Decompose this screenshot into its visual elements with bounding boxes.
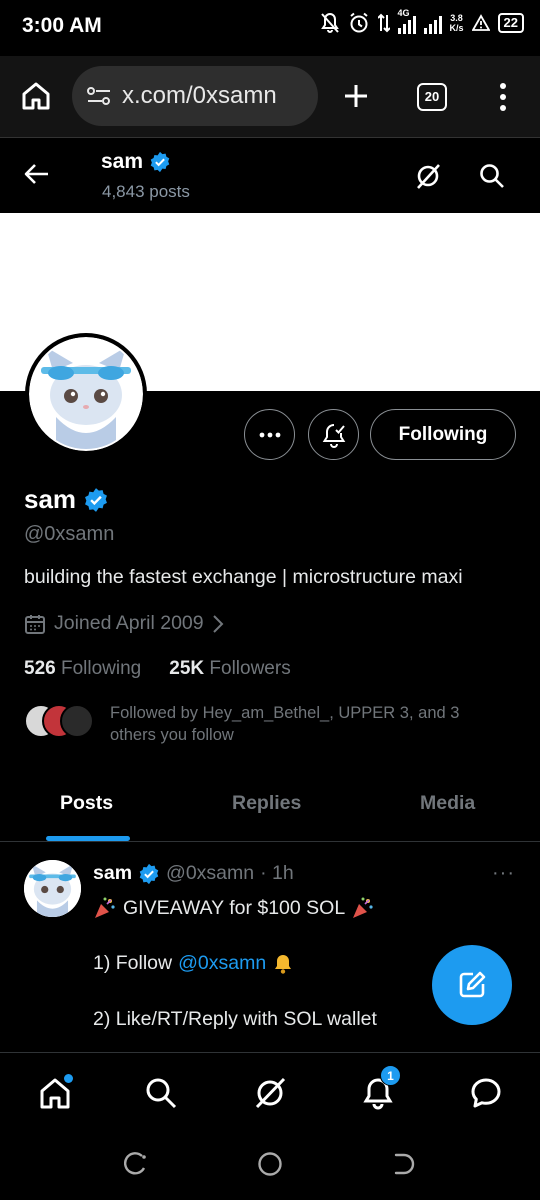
net-speed: 3.8 K/s [450, 13, 464, 33]
tab-media[interactable]: Media [420, 792, 475, 815]
tweet-text-line-3: 2) Like/RT/Reply with SOL wallet [93, 1008, 377, 1030]
followers-label: Followers [209, 658, 291, 679]
recents-icon[interactable] [124, 1152, 148, 1176]
header-name-text: sam [101, 150, 144, 173]
nav-grok[interactable] [248, 1071, 292, 1115]
more-options-button[interactable] [244, 409, 295, 460]
tweet-avatar[interactable] [24, 860, 81, 917]
system-home-icon[interactable] [257, 1151, 283, 1177]
data-transfer-icon [377, 13, 390, 33]
bottom-navigation: 1 [0, 1052, 540, 1134]
followers-stat[interactable]: 25K Followers [169, 658, 290, 680]
nav-explore[interactable] [139, 1071, 183, 1115]
system-back-icon[interactable] [392, 1152, 416, 1176]
followed-by[interactable]: Followed by Hey_am_Bethel_, UPPER 3, and… [24, 702, 500, 746]
mutual-avatar [60, 704, 94, 738]
tweet-text: GIVEAWAY for $100 SOL [123, 896, 346, 919]
header-title: sam [101, 150, 171, 174]
nav-home[interactable] [33, 1071, 77, 1115]
nav-messages[interactable] [464, 1071, 508, 1115]
profile-avatar[interactable] [25, 333, 147, 455]
tweet-author-name[interactable]: sam [93, 862, 132, 885]
notifications-subscribe-button[interactable] [308, 409, 359, 460]
joined-text: Joined April 2009 [54, 612, 204, 634]
status-time: 3:00 AM [22, 14, 102, 37]
url-text[interactable]: x.com/0xsamn [122, 82, 277, 110]
ellipsis-icon [259, 432, 281, 438]
status-bar: 3:00 AM 4G 3.8 K/s 22 [0, 0, 540, 56]
signal-4g-icon: 4G [397, 8, 416, 34]
tweet-author-handle[interactable]: @0xsamn [166, 862, 254, 885]
tweet-text: 1) Follow [93, 952, 173, 974]
grok-icon [255, 1077, 286, 1109]
grok-icon[interactable] [414, 162, 442, 190]
back-arrow-icon[interactable] [24, 162, 50, 186]
network-type: 4G [397, 8, 410, 18]
calendar-icon [24, 613, 46, 635]
tweet-text-line-2: 1) Follow @0xsamn [93, 952, 294, 975]
profile-handle: @0xsamn [24, 523, 115, 545]
tab-replies[interactable]: Replies [232, 792, 301, 815]
followers-count: 25K [169, 658, 205, 679]
tab-posts[interactable]: Posts [60, 792, 113, 815]
warning-icon [471, 14, 490, 32]
tweet-header: sam @0xsamn · 1h [93, 862, 294, 885]
profile-bio: building the fastest exchange | microstr… [24, 566, 463, 588]
status-icons: 4G 3.8 K/s 22 [320, 8, 524, 34]
home-icon[interactable] [20, 80, 52, 112]
mute-notifications-icon [320, 12, 340, 34]
site-settings-icon[interactable] [86, 85, 112, 107]
tab-switcher-button[interactable]: 20 [417, 83, 447, 111]
system-navigation-bar [0, 1134, 540, 1200]
following-button[interactable]: Following [370, 409, 516, 460]
new-posts-dot [64, 1074, 73, 1083]
active-tab-indicator [46, 836, 130, 841]
confetti-emoji-icon [93, 896, 117, 920]
profile-tabs: Posts Replies Media [0, 768, 540, 842]
bell-check-icon [321, 422, 347, 448]
following-count: 526 [24, 658, 56, 679]
profile-display-name: sam [24, 484, 109, 515]
mutual-avatars [24, 704, 96, 740]
compose-post-button[interactable] [432, 945, 512, 1025]
avatar-cat-image [24, 860, 81, 917]
search-icon[interactable] [478, 162, 506, 190]
joined-date[interactable]: Joined April 2009 [24, 612, 224, 635]
follow-stats: 526 Following 25K Followers [24, 658, 291, 680]
verified-badge-icon [149, 151, 171, 173]
search-icon [146, 1078, 177, 1109]
bell-emoji-icon [272, 953, 294, 975]
display-name-text: sam [24, 484, 77, 514]
header-posts-count: 4,843 posts [102, 182, 190, 201]
net-speed-unit: K/s [449, 23, 464, 33]
chat-bubble-icon [471, 1078, 501, 1108]
notifications-badge: 1 [380, 1065, 401, 1086]
nav-notifications[interactable]: 1 [356, 1065, 401, 1115]
following-stat[interactable]: 526 Following [24, 658, 141, 680]
compose-icon [457, 970, 487, 1000]
tweet-text-line-1: GIVEAWAY for $100 SOL [93, 896, 375, 920]
alarm-icon [348, 12, 370, 34]
new-tab-icon[interactable] [342, 82, 370, 110]
avatar-cat-image [31, 339, 141, 449]
profile-top-bar: sam 4,843 posts [0, 138, 540, 213]
browser-toolbar: x.com/0xsamn 20 [0, 56, 540, 138]
signal-icon [423, 12, 442, 34]
browser-menu-icon[interactable] [497, 82, 509, 112]
verified-badge-icon[interactable] [83, 487, 109, 513]
tweet-more-button[interactable]: ··· [492, 862, 515, 885]
confetti-emoji-icon [351, 896, 375, 920]
net-speed-value: 3.8 [450, 13, 463, 23]
tweet-mention-link[interactable]: @0xsamn [178, 952, 266, 975]
url-bar[interactable]: x.com/0xsamn [72, 66, 318, 126]
following-label: Following [60, 658, 142, 679]
verified-badge-icon [138, 863, 160, 885]
tweet-time: · 1h [260, 862, 294, 884]
followed-by-text: Followed by Hey_am_Bethel_, UPPER 3, and… [110, 704, 460, 744]
chevron-right-icon [212, 614, 224, 634]
battery-indicator: 22 [497, 13, 524, 33]
